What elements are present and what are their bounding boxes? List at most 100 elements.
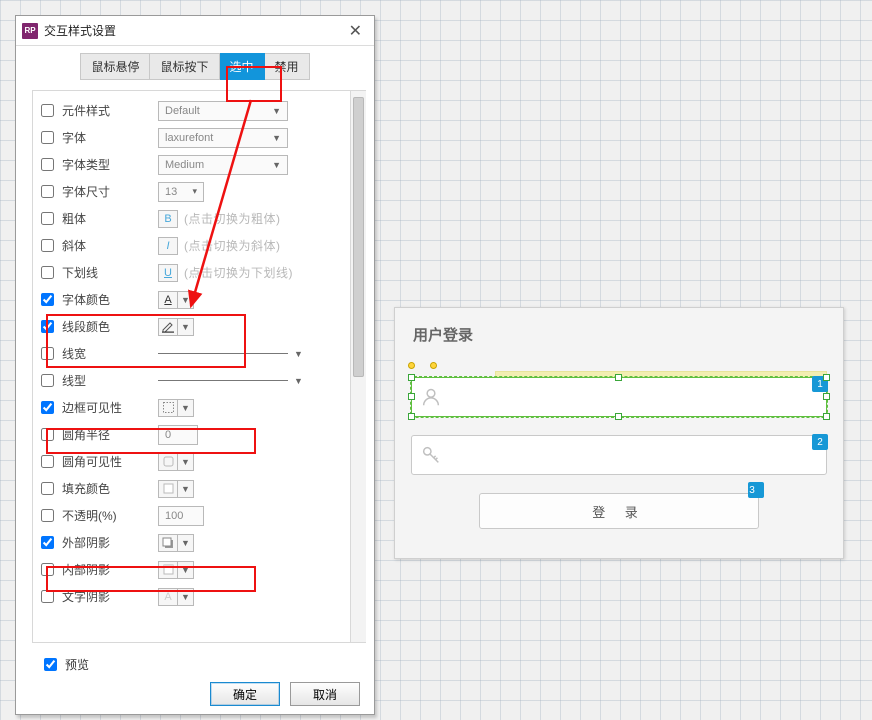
line-style-preview[interactable]	[158, 380, 288, 381]
italic-icon[interactable]: I	[158, 237, 178, 255]
corner-icon	[158, 453, 178, 471]
inner-shadow-icon	[158, 561, 178, 579]
selection-handle[interactable]	[823, 413, 830, 420]
lbl-line-width: 线宽	[62, 345, 158, 362]
connector-dot[interactable]	[430, 362, 437, 369]
cb-line-width[interactable]	[41, 347, 54, 360]
chevron-down-icon[interactable]: ▼	[178, 480, 194, 498]
selection-handle[interactable]	[615, 413, 622, 420]
cb-border-vis[interactable]	[41, 401, 54, 414]
cb-line-style[interactable]	[41, 374, 54, 387]
properties-pane: 元件样式 Default ▼ 字体 laxurefont ▼ 字体类型 Medi…	[32, 90, 366, 643]
chevron-down-icon[interactable]: ▼	[178, 453, 194, 471]
row-font-size: 字体尺寸 13 ▾	[39, 178, 346, 205]
user-icon	[420, 386, 442, 408]
lbl-widget-style: 元件样式	[62, 102, 158, 119]
cb-inner-shadow[interactable]	[41, 563, 54, 576]
cb-font-size[interactable]	[41, 185, 54, 198]
chevron-down-icon[interactable]: ▼	[178, 588, 194, 606]
cb-preview[interactable]	[44, 658, 57, 671]
font-size-stepper[interactable]: 13 ▾	[158, 182, 204, 202]
selection-handle[interactable]	[615, 374, 622, 381]
lbl-outer-shadow: 外部阴影	[62, 534, 158, 551]
line-width-preview[interactable]	[158, 353, 288, 354]
corner-radius-input[interactable]: 0	[158, 425, 198, 445]
font-color-picker[interactable]: A ▼	[158, 291, 194, 309]
lbl-corner-radius: 圆角半径	[62, 426, 158, 443]
ok-button[interactable]: 确定	[210, 682, 280, 706]
cb-bold[interactable]	[41, 212, 54, 225]
chevron-down-icon[interactable]: ▼	[178, 318, 194, 336]
row-corner-vis: 圆角可见性 ▼	[39, 448, 346, 475]
login-button[interactable]: 登 录 3	[479, 493, 759, 529]
widget-style-value: Default	[165, 105, 200, 117]
selection-handle[interactable]	[823, 374, 830, 381]
cb-underline[interactable]	[41, 266, 54, 279]
cb-font[interactable]	[41, 131, 54, 144]
connector-dot[interactable]	[408, 362, 415, 369]
row-corner-radius: 圆角半径 0	[39, 421, 346, 448]
chevron-down-icon[interactable]: ▼	[294, 376, 303, 386]
cb-italic[interactable]	[41, 239, 54, 252]
underline-icon[interactable]: U	[158, 264, 178, 282]
login-title: 用户登录	[395, 308, 843, 359]
outer-shadow-picker[interactable]: ▼	[158, 534, 194, 552]
cb-outer-shadow[interactable]	[41, 536, 54, 549]
vertical-scrollbar[interactable]	[350, 91, 366, 642]
cb-font-type[interactable]	[41, 158, 54, 171]
cb-corner-radius[interactable]	[41, 428, 54, 441]
lbl-font-color: 字体颜色	[62, 291, 158, 308]
close-icon[interactable]: ✕	[343, 21, 368, 41]
row-line-color: 线段颜色 ▼	[39, 313, 346, 340]
chevron-down-icon[interactable]: ▼	[178, 561, 194, 579]
row-fill-color: 填充颜色 ▼	[39, 475, 346, 502]
annotation-badge-3: 3	[748, 482, 764, 498]
widget-style-select[interactable]: Default ▼	[158, 101, 288, 121]
selection-handle[interactable]	[408, 413, 415, 420]
lbl-font: 字体	[62, 129, 158, 146]
chevron-down-icon[interactable]: ▼	[178, 534, 194, 552]
italic-hint: (点击切换为斜体)	[184, 237, 281, 254]
cb-line-color[interactable]	[41, 320, 54, 333]
text-shadow-picker[interactable]: A ▼	[158, 588, 194, 606]
cb-text-shadow[interactable]	[41, 590, 54, 603]
row-font-type: 字体类型 Medium ▼	[39, 151, 346, 178]
lbl-opacity: 不透明(%)	[62, 507, 158, 524]
username-input[interactable]: 1	[411, 377, 827, 417]
cb-corner-vis[interactable]	[41, 455, 54, 468]
font-size-value: 13	[165, 186, 177, 198]
selection-handle[interactable]	[408, 374, 415, 381]
bold-icon[interactable]: B	[158, 210, 178, 228]
chevron-down-icon[interactable]: ▼	[178, 291, 194, 309]
tabbar: 鼠标悬停 鼠标按下 选中 禁用	[16, 46, 374, 86]
cb-opacity[interactable]	[41, 509, 54, 522]
login-body: 1 2 登 录 3	[395, 377, 843, 529]
chevron-down-icon[interactable]: ▼	[294, 349, 303, 359]
tab-selected[interactable]: 选中	[220, 53, 265, 80]
row-underline: 下划线 U (点击切换为下划线)	[39, 259, 346, 286]
fill-icon	[158, 480, 178, 498]
opacity-input[interactable]: 100	[158, 506, 204, 526]
cb-fill-color[interactable]	[41, 482, 54, 495]
tab-hover[interactable]: 鼠标悬停	[80, 53, 150, 80]
selection-handle[interactable]	[823, 393, 830, 400]
font-select[interactable]: laxurefont ▼	[158, 128, 288, 148]
preview-row: 预览	[16, 647, 374, 674]
inner-shadow-picker[interactable]: ▼	[158, 561, 194, 579]
border-vis-picker[interactable]: ▼	[158, 399, 194, 417]
tab-mousedown[interactable]: 鼠标按下	[150, 53, 219, 80]
row-text-shadow: 文字阴影 A ▼	[39, 583, 346, 610]
lbl-italic: 斜体	[62, 237, 158, 254]
line-color-picker[interactable]: ▼	[158, 318, 194, 336]
cb-widget-style[interactable]	[41, 104, 54, 117]
scrollbar-thumb[interactable]	[353, 97, 364, 377]
selection-handle[interactable]	[408, 393, 415, 400]
chevron-down-icon[interactable]: ▼	[178, 399, 194, 417]
password-input[interactable]: 2	[411, 435, 827, 475]
fill-color-picker[interactable]: ▼	[158, 480, 194, 498]
corner-vis-picker[interactable]: ▼	[158, 453, 194, 471]
tab-disabled[interactable]: 禁用	[265, 53, 310, 80]
cancel-button[interactable]: 取消	[290, 682, 360, 706]
font-type-select[interactable]: Medium ▼	[158, 155, 288, 175]
cb-font-color[interactable]	[41, 293, 54, 306]
